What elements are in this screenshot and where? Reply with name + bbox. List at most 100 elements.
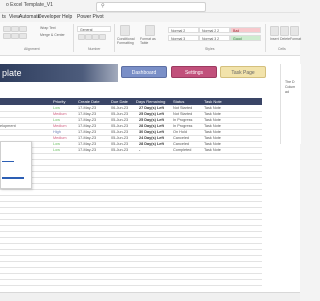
cell-status[interactable]: Not Started bbox=[173, 112, 192, 116]
menu-power-pivot[interactable]: Power Pivot bbox=[77, 14, 104, 20]
cell-priority[interactable]: Low bbox=[53, 142, 60, 146]
header-priority[interactable]: Priority bbox=[53, 99, 65, 104]
align-left-button[interactable] bbox=[3, 33, 11, 39]
cell-task-note[interactable]: Task Note bbox=[204, 130, 221, 134]
cell-priority[interactable]: Medium bbox=[53, 136, 67, 140]
format-as-table-button[interactable]: Format as Table bbox=[140, 37, 162, 45]
cell-task-note[interactable]: Task Note bbox=[204, 118, 221, 122]
cell-status[interactable]: Canceled bbox=[173, 136, 189, 140]
header-status[interactable]: Status bbox=[173, 99, 184, 104]
cell-days-remaining[interactable]: 24 Day(s) Left bbox=[139, 136, 164, 140]
align-right-button[interactable] bbox=[19, 33, 27, 39]
cell-create-date[interactable]: 17-May-23 bbox=[78, 112, 96, 116]
style-normal-3[interactable]: Normal 3 bbox=[168, 35, 199, 41]
conditional-formatting-icon[interactable] bbox=[120, 25, 130, 36]
side-note-panel bbox=[280, 64, 301, 144]
comma-button[interactable] bbox=[92, 34, 99, 40]
cell-priority[interactable]: High bbox=[53, 130, 61, 134]
cell-due-date[interactable]: 05-Jun-23 bbox=[111, 124, 128, 128]
conditional-formatting-button[interactable]: Conditional Formatting bbox=[117, 37, 139, 45]
format-icon[interactable] bbox=[290, 26, 299, 36]
format-button[interactable]: Format bbox=[290, 37, 301, 41]
cell-status[interactable]: Not Started bbox=[173, 106, 192, 110]
header-create-date[interactable]: Create Date bbox=[78, 99, 100, 104]
wrap-text-button[interactable]: Wrap Text bbox=[40, 26, 56, 30]
merge-center-button[interactable]: Merge & Center bbox=[40, 33, 65, 37]
dashboard-button[interactable]: Dashboard bbox=[121, 66, 167, 78]
cell-status[interactable]: On Hold bbox=[173, 130, 187, 134]
row-divider bbox=[0, 123, 262, 124]
cell-create-date[interactable]: 17-May-23 bbox=[78, 142, 96, 146]
cell-due-date[interactable]: 05-Jun-23 bbox=[111, 148, 128, 152]
header-due-date[interactable]: Due Date bbox=[111, 99, 128, 104]
settings-button[interactable]: Settings bbox=[171, 66, 217, 78]
cell-task-note[interactable]: Task Note bbox=[204, 142, 221, 146]
cell-priority[interactable]: Medium bbox=[53, 124, 67, 128]
cell-days-remaining[interactable]: 28 Day(s) Left bbox=[139, 124, 164, 128]
cell-days-remaining[interactable]: 30 Day(s) Left bbox=[139, 130, 164, 134]
cell-due-date[interactable]: 05-Jun-23 bbox=[111, 112, 128, 116]
cell-create-date[interactable]: 17-May-23 bbox=[78, 148, 96, 152]
row-divider bbox=[0, 117, 262, 118]
cell-days-remaining[interactable]: 28 Day(s) Left bbox=[139, 142, 164, 146]
cell-priority[interactable]: Low bbox=[53, 118, 60, 122]
cell-days-remaining[interactable]: - bbox=[139, 148, 140, 152]
ribbon-divider bbox=[265, 24, 266, 52]
cell-days-remaining[interactable]: 25 Day(s) Left bbox=[139, 112, 164, 116]
cell-status[interactable]: Canceled bbox=[173, 142, 189, 146]
style-bad[interactable]: Bad bbox=[230, 27, 261, 33]
cell-task-name[interactable]: elopment bbox=[0, 124, 16, 128]
header-task-note[interactable]: Task Note bbox=[204, 99, 222, 104]
align-top-button[interactable] bbox=[3, 26, 11, 32]
cell-due-date[interactable]: 05-Jun-23 bbox=[111, 142, 128, 146]
cell-task-note[interactable]: Task Note bbox=[204, 112, 221, 116]
number-format-select[interactable]: General bbox=[77, 26, 111, 32]
align-center-button[interactable] bbox=[11, 33, 19, 39]
cell-create-date[interactable]: 17-May-23 bbox=[78, 136, 96, 140]
cell-due-date[interactable]: 05-Jun-23 bbox=[111, 118, 128, 122]
cell-due-date[interactable]: 05-Jun-23 bbox=[111, 130, 128, 134]
percent-button[interactable] bbox=[85, 34, 92, 40]
insert-icon[interactable] bbox=[270, 26, 279, 36]
currency-button[interactable] bbox=[78, 34, 85, 40]
align-bottom-button[interactable] bbox=[19, 26, 27, 32]
row-divider bbox=[0, 195, 262, 196]
cell-priority[interactable]: Medium bbox=[53, 112, 67, 116]
cell-due-date[interactable]: 06-Jun-23 bbox=[111, 106, 128, 110]
delete-button[interactable]: Delete bbox=[280, 37, 290, 41]
menu-developer[interactable]: Developer bbox=[38, 14, 61, 20]
format-as-table-icon[interactable] bbox=[145, 25, 155, 36]
cell-task-note[interactable]: Task Note bbox=[204, 106, 221, 110]
cell-status[interactable]: In Progress bbox=[173, 124, 192, 128]
cell-task-note[interactable]: Task Note bbox=[204, 136, 221, 140]
header-days-remaining[interactable]: Days Remaining bbox=[136, 99, 165, 104]
style-normal-2-2[interactable]: Normal 2 2 bbox=[199, 27, 230, 33]
cell-days-remaining[interactable]: 25 Day(s) Left bbox=[139, 118, 164, 122]
menu-tab[interactable]: ts bbox=[2, 14, 6, 20]
delete-icon[interactable] bbox=[280, 26, 289, 36]
cell-task-note[interactable]: Task Note bbox=[204, 148, 221, 152]
cell-create-date[interactable]: 17-May-23 bbox=[78, 118, 96, 122]
menu-help[interactable]: Help bbox=[62, 14, 72, 20]
task-page-button[interactable]: Task Page bbox=[220, 66, 266, 78]
chart-popup[interactable] bbox=[0, 141, 32, 189]
cell-create-date[interactable]: 17-May-23 bbox=[78, 124, 96, 128]
insert-button[interactable]: Insert bbox=[270, 37, 279, 41]
cell-priority[interactable]: Low bbox=[53, 148, 60, 152]
cell-days-remaining[interactable]: 27 Day(s) Left bbox=[139, 106, 164, 110]
cell-status[interactable]: Completed bbox=[173, 148, 191, 152]
cell-priority[interactable]: Low bbox=[53, 106, 60, 110]
align-middle-button[interactable] bbox=[11, 26, 19, 32]
style-good[interactable]: Good bbox=[230, 35, 261, 41]
style-normal-3-2[interactable]: Normal 3 2 bbox=[199, 35, 230, 41]
menu-bar: ts View Automate Developer Help Power Pi… bbox=[0, 13, 300, 21]
cell-create-date[interactable]: 17-May-23 bbox=[78, 130, 96, 134]
style-normal-2[interactable]: Normal 2 bbox=[168, 27, 199, 33]
decimal-button[interactable] bbox=[99, 34, 106, 40]
search-input[interactable] bbox=[96, 2, 206, 12]
cell-due-date[interactable]: 05-Jun-23 bbox=[111, 136, 128, 140]
cell-status[interactable]: In Progress bbox=[173, 118, 192, 122]
cell-create-date[interactable]: 17-May-23 bbox=[78, 106, 96, 110]
cell-task-note[interactable]: Task Note bbox=[204, 124, 221, 128]
row-divider bbox=[0, 225, 262, 226]
